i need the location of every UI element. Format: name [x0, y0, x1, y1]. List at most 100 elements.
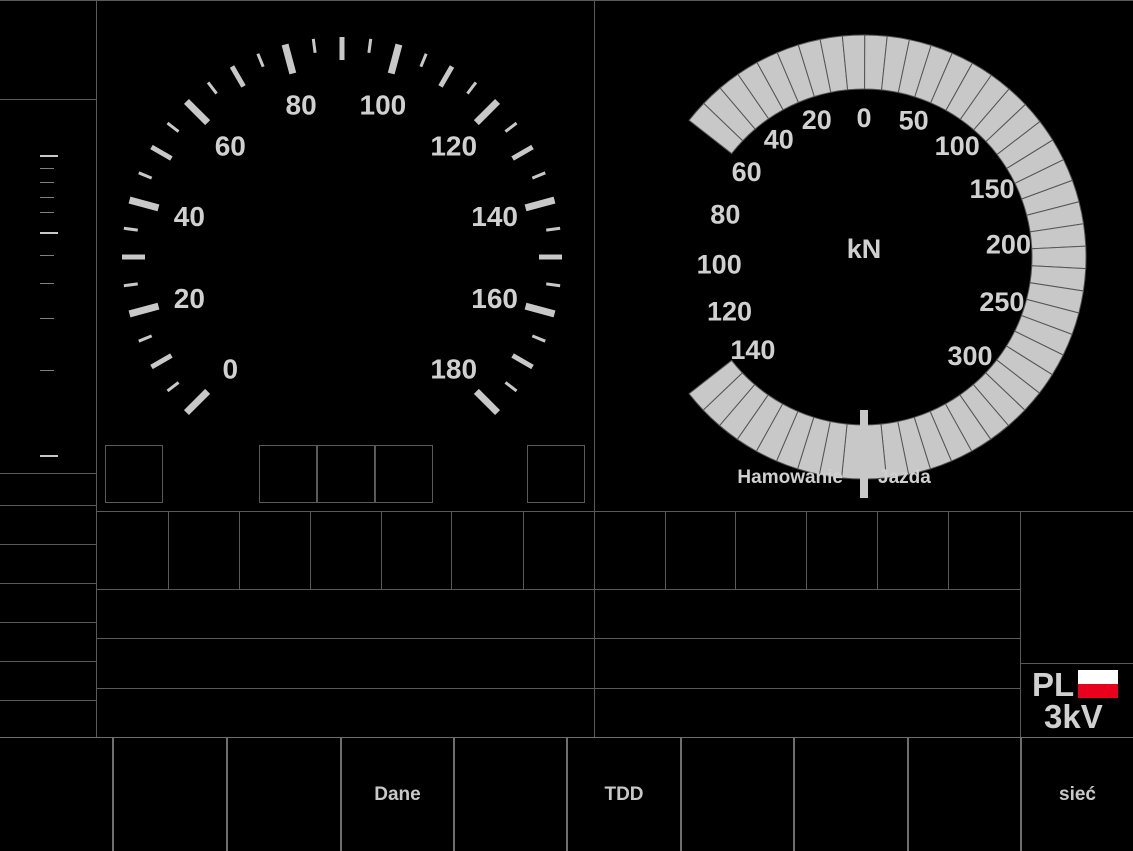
- force-label: 250: [979, 287, 1024, 317]
- flag-white-stripe: [1078, 670, 1118, 684]
- symbol-cell-divider: [665, 512, 666, 589]
- scale-tick: [40, 455, 58, 457]
- force-label: 100: [697, 250, 742, 280]
- scale-tick: [40, 155, 58, 157]
- speed-tick: [166, 381, 180, 393]
- speed-tick: [524, 196, 556, 212]
- speed-label: 100: [360, 89, 407, 120]
- speed-tick: [504, 121, 518, 133]
- force-label: 120: [707, 296, 752, 326]
- speed-tick: [206, 81, 218, 95]
- divider-left-g: [0, 700, 96, 701]
- soft-button-1[interactable]: [0, 738, 112, 851]
- symbol-cell-divider: [523, 512, 524, 589]
- speed-tick: [546, 282, 561, 288]
- soft-button-9[interactable]: [907, 738, 1020, 851]
- scale-tick: [40, 197, 54, 198]
- force-label: 80: [710, 200, 740, 230]
- status-col-divider: [594, 590, 595, 738]
- force-label: 200: [986, 229, 1031, 259]
- soft-button-5[interactable]: [453, 738, 566, 851]
- speed-tick: [183, 98, 211, 126]
- speed-tick: [438, 65, 455, 88]
- speed-tick: [229, 65, 246, 88]
- scale-tick: [40, 168, 54, 169]
- speed-tick: [511, 353, 534, 370]
- symbol-cell-divider: [381, 512, 382, 589]
- speed-tick: [367, 38, 373, 53]
- divider-left-c: [0, 544, 96, 545]
- speed-tick: [546, 226, 561, 232]
- force-label: 100: [935, 131, 980, 161]
- speed-label: 140: [471, 201, 518, 232]
- symbol-cell-divider: [239, 512, 240, 589]
- speed-tick: [531, 334, 546, 343]
- indicator-box-5[interactable]: [527, 445, 585, 503]
- force-unit-label: kN: [847, 234, 882, 264]
- speedometer: 0 20 40 60 80 100 120 140 160 180: [122, 37, 562, 416]
- force-label: 60: [732, 157, 762, 187]
- force-label: 50: [899, 106, 929, 136]
- indicator-box-1[interactable]: [105, 445, 163, 503]
- symbol-cell-divider: [948, 512, 949, 589]
- force-arc-segment: [1031, 245, 1087, 270]
- speed-tick: [419, 53, 428, 68]
- divider-left-a: [0, 473, 96, 474]
- divider-left-b: [0, 505, 96, 506]
- speed-tick: [138, 334, 153, 343]
- symbol-cell-divider: [806, 512, 807, 589]
- status-row-line-2: [96, 688, 1021, 689]
- voltage-label: 3kV: [1044, 698, 1103, 735]
- indicator-box-2[interactable]: [259, 445, 317, 503]
- force-label: 140: [730, 335, 775, 365]
- speed-tick: [138, 171, 153, 180]
- speed-tick: [166, 121, 180, 133]
- speed-label: 160: [471, 283, 518, 314]
- planning-scale: [40, 155, 58, 457]
- symbol-cell-divider: [451, 512, 452, 589]
- speed-tick: [504, 381, 518, 393]
- status-row-line-1: [96, 638, 1021, 639]
- divider-left-d: [0, 583, 96, 584]
- speed-tick: [473, 98, 501, 126]
- speed-tick: [311, 38, 317, 53]
- speed-tick: [511, 144, 534, 161]
- divider-left-e: [0, 622, 96, 623]
- symbol-cell-divider: [735, 512, 736, 589]
- scale-tick: [40, 255, 54, 256]
- speed-tick: [473, 388, 501, 416]
- scale-tick: [40, 212, 54, 213]
- speed-label: 40: [174, 201, 205, 232]
- scale-tick: [40, 182, 54, 183]
- force-label: 150: [969, 174, 1014, 204]
- speed-tick: [466, 81, 478, 95]
- indicator-box-3[interactable]: [317, 445, 375, 503]
- soft-button-7[interactable]: [680, 738, 793, 851]
- scale-tick: [40, 370, 54, 371]
- soft-button-2[interactable]: [112, 738, 226, 851]
- speed-tick: [256, 53, 265, 68]
- flag-red-stripe: [1078, 684, 1118, 698]
- network-button[interactable]: sieć: [1020, 738, 1133, 851]
- right-col-divider: [1020, 512, 1021, 738]
- data-button[interactable]: Dane: [340, 738, 453, 851]
- soft-button-3[interactable]: [226, 738, 340, 851]
- scale-tick: [40, 283, 54, 284]
- force-gauge: 02040608010012014050100150200250300 kN H…: [688, 34, 1087, 498]
- speed-label: 80: [286, 89, 317, 120]
- tdd-button[interactable]: TDD: [566, 738, 680, 851]
- traction-label: Jazda: [878, 467, 931, 488]
- poland-flag-icon: [1078, 670, 1118, 698]
- indicator-box-4[interactable]: [375, 445, 433, 503]
- symbol-cell-divider: [310, 512, 311, 589]
- force-label: 300: [948, 341, 993, 371]
- symbol-cell-divider: [877, 512, 878, 589]
- speed-tick: [183, 388, 211, 416]
- speed-label: 20: [174, 283, 205, 314]
- force-label: 40: [764, 125, 794, 155]
- speed-tick: [531, 171, 546, 180]
- soft-button-8[interactable]: [793, 738, 907, 851]
- symbol-cell-divider: [594, 512, 595, 589]
- speed-tick: [128, 302, 160, 318]
- speed-label: 180: [430, 354, 477, 385]
